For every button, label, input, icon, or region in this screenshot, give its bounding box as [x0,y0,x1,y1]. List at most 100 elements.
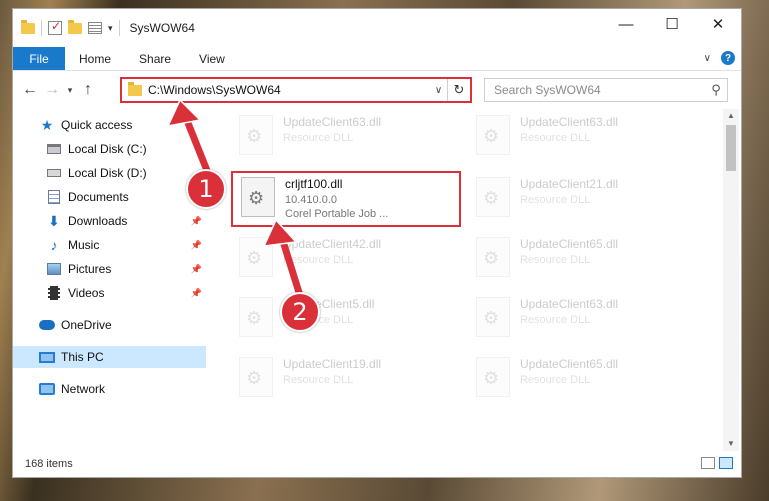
videos-icon [46,285,62,301]
file-type: Resource DLL [283,254,354,266]
step-1-badge: 1 [186,169,226,209]
close-button[interactable]: ✕ [695,9,741,39]
sidebar-item-label: This PC [61,350,104,364]
pictures-icon [46,261,62,277]
back-arrow-icon[interactable]: ← [19,81,41,99]
properties-check-icon[interactable] [48,19,62,35]
sidebar-item-this-pc[interactable]: This PC [13,346,206,368]
pin-icon[interactable]: 📌 [191,216,202,227]
toolbar-divider [118,20,120,36]
search-box[interactable]: Search SysWOW64 ⚲ [484,78,728,102]
sidebar-item-pictures[interactable]: Pictures 📌 [13,258,206,280]
tab-share[interactable]: Share [125,47,185,70]
file-item[interactable]: UpdateClient42.dll Resource DLL [231,231,461,287]
file-item[interactable]: UpdateClient65.dll Resource DLL [468,231,698,287]
file-name: UpdateClient65.dll [520,237,619,251]
tab-file[interactable]: File [13,47,65,70]
sidebar-item-local-disk-c[interactable]: Local Disk (C:) [13,138,206,160]
file-type: Resource DLL [520,374,591,386]
scroll-down-icon[interactable]: ▼ [723,437,739,451]
sidebar-item-label: Downloads [68,214,128,228]
file-item[interactable]: UpdateClient21.dll Resource DLL [468,171,698,227]
customize-list-icon[interactable] [88,22,102,34]
file-version: 10.410.0.0 [285,194,337,206]
sidebar-item-label: Local Disk (D:) [68,166,147,180]
dll-file-icon [239,357,273,397]
search-icon[interactable]: ⚲ [705,82,727,98]
file-item[interactable]: UpdateClient63.dll Resource DLL [231,109,461,165]
file-name: UpdateClient63.dll [520,297,619,311]
sidebar-item-onedrive[interactable]: OneDrive [13,314,206,336]
dll-file-icon [239,115,273,155]
address-dropdown-icon[interactable]: ∨ [430,79,448,101]
scroll-up-icon[interactable]: ▲ [723,109,739,123]
file-name: UpdateClient21.dll [520,177,619,191]
customize-dropdown-icon[interactable]: ▾ [108,23,113,34]
recent-locations-icon[interactable]: ▾ [63,85,77,96]
navigation-pane: ★ Quick access Local Disk (C:) Local Dis… [13,109,206,451]
details-view-icon[interactable] [701,457,715,469]
dll-file-icon [476,177,510,217]
star-icon: ★ [40,116,54,133]
view-switcher [701,457,733,469]
sidebar-item-label: Documents [68,190,129,204]
sidebar-item-downloads[interactable]: ⬇ Downloads 📌 [13,210,206,232]
vertical-scrollbar[interactable]: ▲ ▼ [723,109,739,451]
file-item-crljtf100[interactable]: crljtf100.dll 10.410.0.0 Corel Portable … [231,171,461,227]
dll-file-icon [239,237,273,277]
file-item[interactable]: UpdateClient65.dll Resource DLL [468,351,698,407]
explorer-window: ▾ SysWOW64 — ☐ ✕ File Home Share View ∨ … [12,8,742,478]
file-type: Resource DLL [520,194,591,206]
folder-icon [128,81,142,96]
tiles-view-icon[interactable] [719,457,733,469]
file-item[interactable]: UpdateClient19.dll Resource DLL [231,351,461,407]
sidebar-item-label: Network [61,382,106,396]
sidebar-item-network[interactable]: Network [13,378,206,400]
content-area: ★ Quick access Local Disk (C:) Local Dis… [13,109,741,451]
forward-arrow-icon[interactable]: → [41,81,63,99]
file-name: crljtf100.dll [285,177,343,191]
file-type: Resource DLL [520,132,591,144]
file-type: Resource DLL [520,254,591,266]
file-name: UpdateClient63.dll [283,115,382,129]
address-bar[interactable]: C:\Windows\SysWOW64 ∨ ↻ [120,77,472,103]
tab-view[interactable]: View [185,47,239,70]
status-bar: 168 items [13,451,741,477]
scroll-thumb[interactable] [726,125,736,171]
step-2-badge: 2 [280,292,320,332]
pin-icon[interactable]: 📌 [191,288,202,299]
sidebar-item-documents[interactable]: Documents 📌 [13,186,206,208]
tab-home[interactable]: Home [65,47,125,70]
sidebar-item-videos[interactable]: Videos 📌 [13,282,206,304]
help-icon[interactable]: ? [721,51,735,65]
file-name: UpdateClient42.dll [283,237,382,251]
documents-icon [46,189,62,205]
folder-icon [21,19,35,34]
new-folder-icon[interactable] [68,19,82,34]
file-item[interactable]: UpdateClient63.dll Resource DLL [468,291,698,347]
network-icon [39,381,55,397]
minimize-button[interactable]: — [603,9,649,39]
file-item[interactable]: UpdateClient5.dll Resource DLL [231,291,461,347]
dll-file-icon [476,115,510,155]
pin-icon[interactable]: 📌 [191,264,202,275]
expand-ribbon-icon[interactable]: ∨ [704,53,711,64]
sidebar-item-quick-access[interactable]: ★ Quick access [13,114,206,136]
sidebar-item-music[interactable]: ♪ Music 📌 [13,234,206,256]
refresh-icon[interactable]: ↻ [448,82,470,98]
dll-file-icon [476,297,510,337]
sidebar-item-label: Pictures [68,262,112,276]
up-arrow-icon[interactable]: ↑ [77,81,99,99]
file-type: Resource DLL [520,314,591,326]
dll-file-icon [476,237,510,277]
file-item[interactable]: UpdateClient63.dll Resource DLL [468,109,698,165]
window-title: SysWOW64 [129,21,195,35]
pin-icon[interactable]: 📌 [191,240,202,251]
search-input[interactable]: Search SysWOW64 [494,83,705,97]
file-description: Corel Portable Job ... [285,208,389,220]
file-type: Resource DLL [283,132,354,144]
address-path[interactable]: C:\Windows\SysWOW64 [148,83,430,97]
maximize-button[interactable]: ☐ [649,9,695,39]
dll-file-icon [239,297,273,337]
sidebar-item-local-disk-d[interactable]: Local Disk (D:) [13,162,206,184]
